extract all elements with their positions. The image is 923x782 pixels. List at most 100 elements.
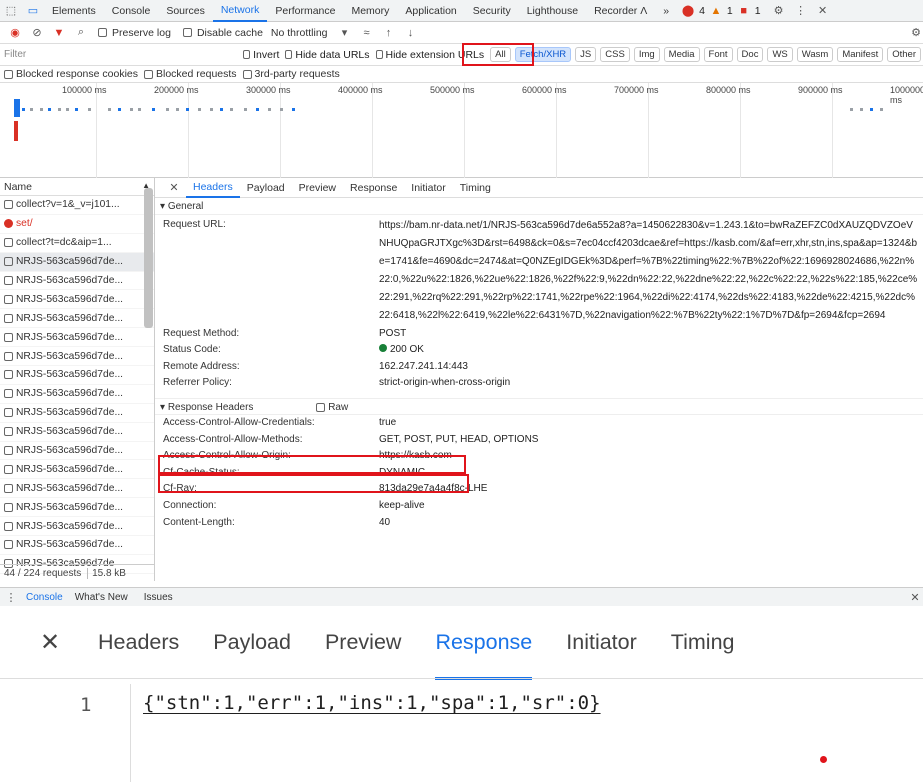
type-filter-js[interactable]: JS (575, 47, 597, 62)
filter-funnel-icon[interactable]: ▼ (51, 25, 67, 41)
type-filter-manifest[interactable]: Manifest (837, 47, 884, 62)
disable-cache-checkbox[interactable] (182, 28, 192, 37)
type-filter-css[interactable]: CSS (600, 47, 630, 62)
zoom-tab-headers[interactable]: Headers (98, 620, 179, 680)
tab-sources[interactable]: Sources (158, 0, 213, 22)
search-icon[interactable]: ⌕ (73, 25, 89, 41)
request-row[interactable]: NRJS-563ca596d7de... (0, 252, 154, 272)
tab-application[interactable]: Application (397, 0, 464, 22)
tab-lighthouse[interactable]: Lighthouse (519, 0, 586, 22)
detail-tab-initiator[interactable]: Initiator (404, 178, 452, 198)
error-count-icon[interactable]: ⬤ (680, 3, 696, 19)
timeline-request-dot (850, 108, 853, 111)
tab-security[interactable]: Security (465, 0, 519, 22)
request-row[interactable]: NRJS-563ca596d7de... (0, 328, 154, 348)
request-row[interactable]: NRJS-563ca596d7de... (0, 423, 154, 442)
zoom-tab-response[interactable]: Response (435, 620, 533, 680)
request-row[interactable]: NRJS-563ca596d7de... (0, 536, 154, 555)
zoom-tab-preview[interactable]: Preview (325, 620, 401, 680)
detail-tab-preview[interactable]: Preview (292, 178, 343, 198)
close-drawer-icon[interactable]: ✕ (907, 589, 923, 605)
request-name: NRJS-563ca596d7de... (16, 293, 124, 305)
inspect-element-icon[interactable]: ⬚ (3, 3, 19, 19)
type-filter-font[interactable]: Font (703, 47, 733, 62)
hide-extension-urls-checkbox[interactable] (375, 50, 383, 59)
network-overview-timeline[interactable]: 100000 ms 200000 ms 300000 ms 400000 ms 5000… (0, 83, 923, 178)
blocked-cookies-checkbox[interactable] (4, 69, 13, 79)
raw-checkbox[interactable] (316, 402, 326, 412)
third-party-checkbox[interactable] (242, 69, 252, 79)
request-row[interactable]: collect?t=dc&aip=1... (0, 234, 154, 253)
chevron-down-icon[interactable]: ▾ (337, 25, 353, 41)
request-row[interactable]: NRJS-563ca596d7de... (0, 460, 154, 480)
zoom-tab-initiator[interactable]: Initiator (566, 620, 637, 680)
zoom-tab-timing[interactable]: Timing (671, 620, 735, 680)
request-name: NRJS-563ca596d7de... (16, 369, 124, 381)
tab-recorder[interactable]: Recorder Ʌ (586, 0, 655, 22)
issues-count-icon[interactable]: ■ (736, 3, 752, 19)
device-toolbar-icon[interactable]: ▭ (25, 3, 41, 19)
fetch-xhr-highlight-box (462, 43, 534, 66)
more-tabs-button[interactable]: » (655, 0, 677, 22)
request-row[interactable]: collect?v=1&_v=j101... (0, 196, 154, 215)
drawer-tab-console[interactable]: Console (26, 592, 63, 603)
detail-tab-timing[interactable]: Timing (453, 178, 498, 198)
tab-network[interactable]: Network (212, 0, 268, 22)
detail-tab-payload[interactable]: Payload (240, 178, 292, 198)
settings-gear-icon[interactable]: ⚙ (771, 3, 787, 19)
request-row[interactable]: set/ (0, 215, 154, 234)
type-filter-media[interactable]: Media (663, 47, 700, 62)
type-filter-img[interactable]: Img (633, 47, 660, 62)
detail-tab-headers[interactable]: Headers (186, 178, 240, 198)
request-row[interactable]: NRJS-563ca596d7de... (0, 366, 154, 385)
close-icon[interactable]: ✕ (815, 3, 831, 19)
blocked-requests-checkbox[interactable] (144, 69, 153, 79)
tab-memory[interactable]: Memory (343, 0, 397, 22)
close-detail-icon[interactable]: ✕ (166, 180, 182, 196)
record-icon[interactable]: ◉ (7, 25, 23, 41)
export-har-icon[interactable]: ↓ (403, 25, 419, 41)
response-body-code[interactable]: {"stn":1,"err":1,"ins":1,"spa":1,"sr":0} (143, 692, 601, 714)
tab-elements[interactable]: Elements (44, 0, 104, 22)
invert-checkbox[interactable] (243, 50, 251, 59)
drawer-tab-issues[interactable]: Issues (144, 592, 173, 603)
detail-tab-response[interactable]: Response (343, 178, 404, 198)
request-row[interactable]: NRJS-563ca596d7de... (0, 385, 154, 404)
name-column-header[interactable]: Name (4, 181, 32, 193)
kebab-menu-icon[interactable]: ⋮ (793, 3, 809, 19)
request-row[interactable]: NRJS-563ca596d7de... (0, 442, 154, 461)
request-row[interactable]: NRJS-563ca596d7de... (0, 479, 154, 499)
network-conditions-icon[interactable]: ≈ (359, 25, 375, 41)
drawer-menu-icon[interactable]: ⋮ (3, 589, 19, 605)
import-har-icon[interactable]: ↑ (381, 25, 397, 41)
request-row[interactable]: NRJS-563ca596d7de... (0, 309, 154, 329)
hide-data-urls-checkbox[interactable] (285, 50, 293, 59)
request-type-icon (4, 483, 13, 493)
request-row[interactable]: NRJS-563ca596d7de... (0, 404, 154, 423)
request-row[interactable]: NRJS-563ca596d7de... (0, 498, 154, 518)
timeline-request-dot (880, 108, 883, 111)
drawer-tab-whats-new[interactable]: What's New (75, 592, 128, 603)
filter-input[interactable]: Filter (0, 46, 237, 64)
request-list-scrollbar[interactable] (144, 188, 153, 328)
request-list-header[interactable]: Name ▲ (0, 178, 154, 196)
tab-console[interactable]: Console (104, 0, 159, 22)
network-settings-gear-icon[interactable]: ⚙ (908, 25, 923, 41)
clear-icon[interactable]: ⊘ (29, 25, 45, 41)
type-filter-wasm[interactable]: Wasm (796, 47, 834, 62)
request-row[interactable]: NRJS-563ca596d7de... (0, 290, 154, 310)
type-filter-ws[interactable]: WS (767, 47, 793, 62)
request-row[interactable]: NRJS-563ca596d7de... (0, 272, 154, 291)
response-headers-section-header[interactable]: ▾ Response Headers Raw (155, 397, 923, 415)
zoom-tab-payload[interactable]: Payload (213, 620, 291, 680)
type-filter-doc[interactable]: Doc (736, 47, 764, 62)
throttling-select[interactable]: No throttling (271, 27, 328, 39)
tab-performance[interactable]: Performance (267, 0, 343, 22)
zoom-close-icon[interactable]: ✕ (40, 628, 60, 657)
request-row[interactable]: NRJS-563ca596d7de... (0, 517, 154, 537)
warning-count-icon[interactable]: ▲ (708, 3, 724, 19)
preserve-log-checkbox[interactable] (98, 28, 107, 37)
general-section-header[interactable]: ▾ General (155, 198, 923, 215)
type-filter-other[interactable]: Other (887, 47, 921, 62)
request-row[interactable]: NRJS-563ca596d7de... (0, 347, 154, 367)
